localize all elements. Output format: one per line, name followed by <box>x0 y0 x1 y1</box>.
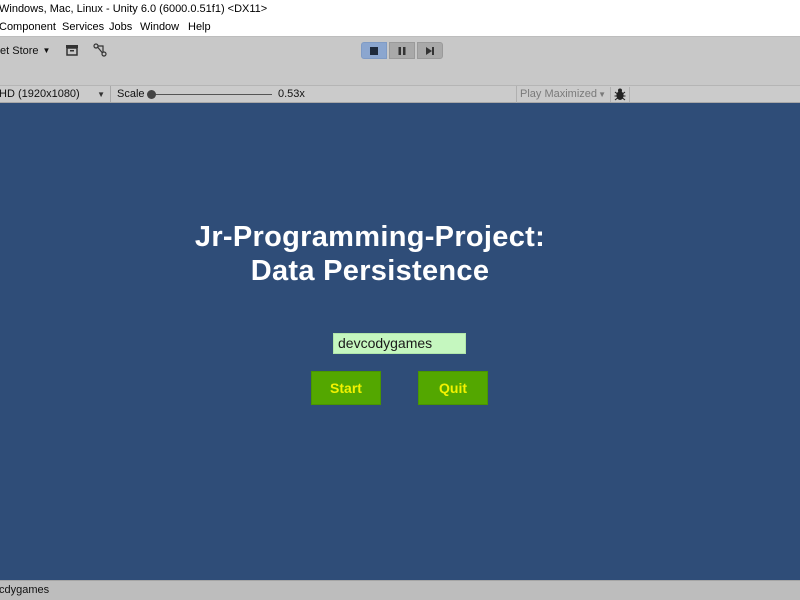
pause-button[interactable] <box>389 42 415 59</box>
menu-services[interactable]: Services <box>62 19 104 36</box>
game-view: Jr-Programming-Project: Data Persistence… <box>0 103 800 580</box>
game-title-line2: Data Persistence <box>250 255 490 287</box>
pause-icon <box>398 46 406 55</box>
step-icon <box>426 46 434 55</box>
scale-slider-track[interactable] <box>150 94 272 95</box>
play-mode-dropdown[interactable]: Play Maximized ▼ <box>516 86 609 103</box>
play-mode-label: Play Maximized <box>520 88 598 100</box>
bug-icon <box>614 88 626 101</box>
player-name-input[interactable]: devcodygames <box>333 333 466 354</box>
quit-button[interactable]: Quit <box>418 371 488 405</box>
window-title-bar: Windows, Mac, Linux - Unity 6.0 (6000.0.… <box>0 0 800 19</box>
status-text: cdygames <box>0 584 50 596</box>
window-title: Windows, Mac, Linux - Unity 6.0 (6000.0.… <box>0 3 268 15</box>
asset-store-dropdown[interactable]: et Store ▼ <box>0 45 50 57</box>
game-title: Jr-Programming-Project: Data Persistence <box>0 220 740 288</box>
menu-component[interactable]: Component <box>0 19 56 36</box>
menu-bar: Component Services Jobs Window Help <box>0 19 800 37</box>
menu-window[interactable]: Window <box>140 19 179 36</box>
scale-slider-handle[interactable] <box>147 90 156 99</box>
scale-label: Scale <box>117 88 145 100</box>
status-bar: cdygames <box>0 580 800 600</box>
menu-jobs[interactable]: Jobs <box>109 19 132 36</box>
asset-store-label: et Store <box>0 45 39 57</box>
chevron-down-icon: ▼ <box>42 46 51 55</box>
start-button[interactable]: Start <box>311 371 381 405</box>
version-control-icon[interactable] <box>93 43 107 57</box>
step-button[interactable] <box>417 42 443 59</box>
menu-help[interactable]: Help <box>188 19 211 36</box>
chevron-down-icon: ▼ <box>598 90 606 99</box>
scale-value: 0.53x <box>278 88 305 100</box>
game-title-line1: Jr-Programming-Project: <box>194 221 546 253</box>
game-view-toolbar: HD (1920x1080) ▼ Scale 0.53x Play Maximi… <box>0 85 800 103</box>
play-stop-button[interactable] <box>361 42 387 59</box>
stop-icon <box>370 46 378 55</box>
resolution-label: HD (1920x1080) <box>0 88 80 100</box>
stats-button[interactable] <box>610 87 630 102</box>
chevron-down-icon: ▼ <box>97 90 105 99</box>
main-toolbar: et Store ▼ <box>0 37 800 85</box>
archive-icon[interactable] <box>65 43 79 57</box>
resolution-dropdown[interactable]: HD (1920x1080) ▼ <box>0 86 111 103</box>
